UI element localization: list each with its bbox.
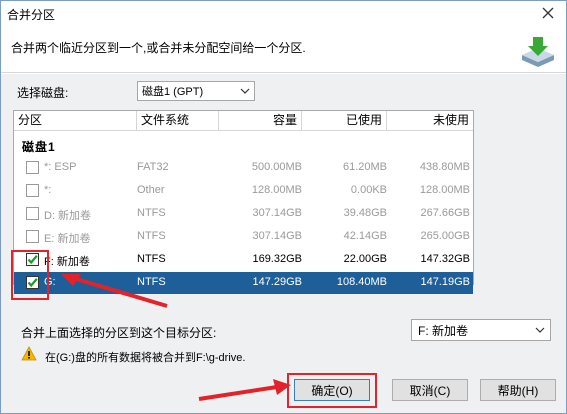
row-checkbox[interactable] [26, 184, 39, 197]
disk-select-value: 磁盘1 (GPT) [142, 86, 204, 98]
partition-capacity: 169.32GB [252, 253, 302, 265]
table-header: 分区 文件系统 容量 已使用 未使用 [14, 111, 473, 131]
title-bar: 合并分区 [1, 1, 566, 27]
partition-name: *: ESP [44, 161, 77, 173]
close-icon [542, 7, 554, 19]
column-header-partition[interactable]: 分区 [14, 111, 137, 131]
target-partition-label: 合并上面选择的分区到这个目标分区: [21, 326, 217, 340]
partition-free: 438.80MB [419, 161, 470, 173]
close-button[interactable] [538, 3, 558, 23]
partition-name: *: [44, 184, 52, 196]
partition-free: 265.00GB [420, 230, 470, 242]
partition-capacity: 307.14GB [252, 230, 302, 242]
dialog-body: 选择磁盘: 磁盘1 (GPT) 分区 文件系统 容量 已使用 未使用 磁盘1 *… [1, 74, 566, 413]
help-button[interactable]: 帮助(H) [480, 379, 556, 401]
column-header-free[interactable]: 未使用 [387, 111, 473, 131]
row-checkbox[interactable] [26, 207, 39, 220]
target-partition-select[interactable]: F: 新加卷 [411, 319, 551, 341]
partition-filesystem: NTFS [137, 230, 166, 242]
disk-select[interactable]: 磁盘1 (GPT) [137, 81, 255, 101]
table-row[interactable]: F: 新加卷 NTFS 169.32GB 22.00GB 147.32GB [14, 249, 473, 271]
partition-filesystem: NTFS [137, 253, 166, 265]
ok-button[interactable]: 确定(O) [294, 379, 370, 401]
merge-partition-dialog: 合并分区 合并两个临近分区到一个,或合并未分配空间给一个分区. 选择磁盘: 磁盘… [0, 0, 567, 414]
partition-capacity: 147.29GB [252, 276, 302, 288]
column-header-used[interactable]: 已使用 [302, 111, 387, 131]
partition-name: E: 新加卷 [44, 233, 91, 245]
header-description: 合并两个临近分区到一个,或合并未分配空间给一个分区. [11, 41, 306, 55]
partition-used: 39.48GB [343, 207, 387, 219]
chevron-down-icon [535, 327, 545, 333]
partition-used: 108.40MB [336, 276, 387, 288]
chevron-down-icon [240, 88, 250, 94]
partition-filesystem: Other [137, 184, 165, 196]
row-checkbox[interactable] [26, 161, 39, 174]
partition-used: 42.14GB [343, 230, 387, 242]
partition-used: 22.00GB [343, 253, 387, 265]
table-row[interactable]: *: Other 128.00MB 0.00KB 128.00MB [14, 180, 473, 202]
partition-filesystem: FAT32 [137, 161, 169, 173]
partition-free: 267.66GB [420, 207, 470, 219]
partition-table: 分区 文件系统 容量 已使用 未使用 磁盘1 *: ESP FAT32 500.00… [13, 110, 474, 294]
checkbox-highlight [11, 250, 49, 300]
annotation-arrow-left [61, 274, 168, 308]
disk-group-label: 磁盘1 [22, 140, 56, 154]
table-row[interactable]: D: 新加卷 NTFS 307.14GB 39.48GB 267.66GB [14, 203, 473, 225]
partition-used: 61.20MB [342, 161, 387, 173]
column-header-capacity[interactable]: 容量 [219, 111, 302, 131]
partition-name: F: 新加卷 [44, 256, 90, 268]
partition-name: D: 新加卷 [44, 210, 92, 222]
window-title: 合并分区 [7, 8, 56, 22]
partition-filesystem: NTFS [137, 207, 166, 219]
merge-partition-icon [522, 37, 554, 67]
warning-icon [21, 346, 37, 361]
target-partition-value: F: 新加卷 [418, 323, 468, 338]
table-row[interactable]: *: ESP FAT32 500.00MB 61.20MB 438.80MB [14, 157, 473, 179]
disk-select-label: 选择磁盘: [17, 86, 69, 100]
partition-free: 147.19GB [420, 276, 470, 288]
partition-free: 128.00MB [419, 184, 470, 196]
partition-used: 0.00KB [350, 184, 387, 196]
cancel-button[interactable]: 取消(C) [392, 379, 468, 401]
partition-capacity: 307.14GB [252, 207, 302, 219]
warning-text: 在(G:)盘的所有数据将被合并到F:\g-drive. [45, 352, 246, 364]
partition-free: 147.32GB [420, 253, 470, 265]
row-checkbox[interactable] [26, 230, 39, 243]
table-row[interactable]: E: 新加卷 NTFS 307.14GB 42.14GB 265.00GB [14, 226, 473, 248]
dialog-header: 合并两个临近分区到一个,或合并未分配空间给一个分区. [1, 27, 566, 73]
annotation-arrow-right [198, 379, 291, 401]
column-header-filesystem[interactable]: 文件系统 [137, 111, 219, 131]
partition-capacity: 500.00MB [251, 161, 302, 173]
partition-capacity: 128.00MB [251, 184, 302, 196]
